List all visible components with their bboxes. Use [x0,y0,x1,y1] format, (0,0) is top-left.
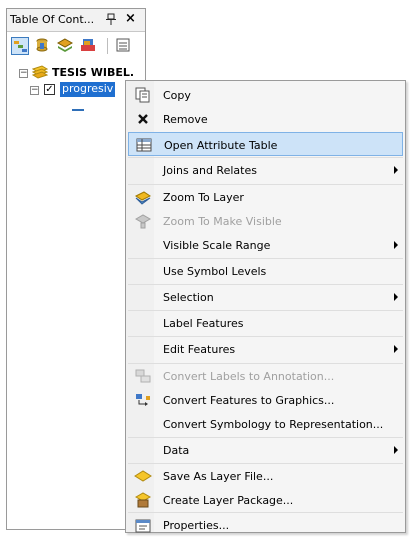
menu-item-label: Edit Features [163,343,236,356]
menu-item-edit-features[interactable]: Edit Features [128,336,403,360]
menu-item-remove[interactable]: Remove [128,106,403,130]
menu-item-data[interactable]: Data [128,437,403,461]
layer-label[interactable]: progresiv [60,82,116,97]
submenu-arrow-icon [394,345,398,353]
convert-labels-icon [134,367,152,385]
layer-symbol-line-icon [72,109,84,111]
copy-icon [134,86,152,104]
menu-item-label: Zoom To Layer [163,191,244,204]
table-icon [135,136,153,154]
layer-file-icon [134,467,152,485]
menu-item-selection[interactable]: Selection [128,284,403,308]
menu-item-label: Use Symbol Levels [163,265,267,278]
toc-header: Table Of Cont... × [7,9,145,32]
dataframe-layers-icon [31,65,49,82]
menu-item-copy[interactable]: Copy [128,82,403,106]
menu-item-label: Convert Labels to Annotation... [163,370,335,383]
menu-item-label: Open Attribute Table [164,139,278,152]
collapse-icon[interactable]: − [30,86,39,95]
toolbar-separator [107,38,108,54]
menu-item-convert-features-to-graphics[interactable]: Convert Features to Graphics... [128,387,403,411]
submenu-arrow-icon [394,241,398,249]
remove-icon [134,110,152,128]
list-by-drawing-order-icon[interactable] [11,37,29,55]
pin-icon[interactable] [106,13,116,28]
layer-visibility-checkbox[interactable]: ✓ [44,84,55,95]
list-by-selection-icon[interactable] [80,37,98,55]
menu-item-label: Joins and Relates [163,164,257,177]
list-by-source-icon[interactable] [34,37,52,55]
toc-title: Table Of Cont... [10,13,95,26]
layer-context-menu: Copy Remove Open Attribute Table Joins a… [125,80,406,533]
dataframe-row[interactable]: − TESIS WIBEL. [7,65,145,81]
dataframe-label: TESIS WIBEL. [52,66,135,79]
menu-item-label: Visible Scale Range [163,239,271,252]
menu-item-label: Convert Features to Graphics... [163,394,335,407]
menu-item-label: Copy [163,89,191,102]
menu-item-label: Convert Symbology to Representation... [163,418,384,431]
menu-item-label: Selection [163,291,214,304]
toc-toolbar [7,32,145,58]
menu-item-convert-labels-to-annotation: Convert Labels to Annotation... [128,363,403,387]
menu-item-zoom-to-layer[interactable]: Zoom To Layer [128,184,403,208]
menu-item-zoom-to-make-visible: Zoom To Make Visible [128,208,403,232]
collapse-icon[interactable]: − [19,69,28,78]
menu-item-label: Properties... [163,519,230,532]
convert-graphics-icon [134,391,152,409]
menu-item-create-layer-package[interactable]: Create Layer Package... [128,487,403,511]
options-icon[interactable] [115,37,133,55]
menu-item-save-as-layer-file[interactable]: Save As Layer File... [128,463,403,487]
menu-item-properties[interactable]: Properties... [128,512,403,536]
submenu-arrow-icon [394,293,398,301]
close-icon[interactable]: × [125,11,136,26]
menu-item-label: Remove [163,113,208,126]
menu-item-open-attribute-table[interactable]: Open Attribute Table [128,132,403,156]
menu-item-use-symbol-levels[interactable]: Use Symbol Levels [128,258,403,282]
menu-item-label-features[interactable]: Label Features [128,310,403,334]
menu-item-joins-and-relates[interactable]: Joins and Relates [128,157,403,181]
menu-item-label: Create Layer Package... [163,494,294,507]
zoom-to-layer-icon [134,188,152,206]
menu-item-label: Zoom To Make Visible [163,215,282,228]
menu-item-label: Label Features [163,317,244,330]
menu-item-label: Save As Layer File... [163,470,274,483]
menu-item-convert-symbology-to-representation[interactable]: Convert Symbology to Representation... [128,411,403,435]
menu-item-visible-scale-range[interactable]: Visible Scale Range [128,232,403,256]
menu-item-label: Data [163,444,190,457]
list-by-visibility-icon[interactable] [56,37,75,55]
submenu-arrow-icon [394,166,398,174]
properties-icon [134,516,152,534]
zoom-to-visible-icon [134,212,152,230]
layer-package-icon [134,491,152,509]
submenu-arrow-icon [394,446,398,454]
